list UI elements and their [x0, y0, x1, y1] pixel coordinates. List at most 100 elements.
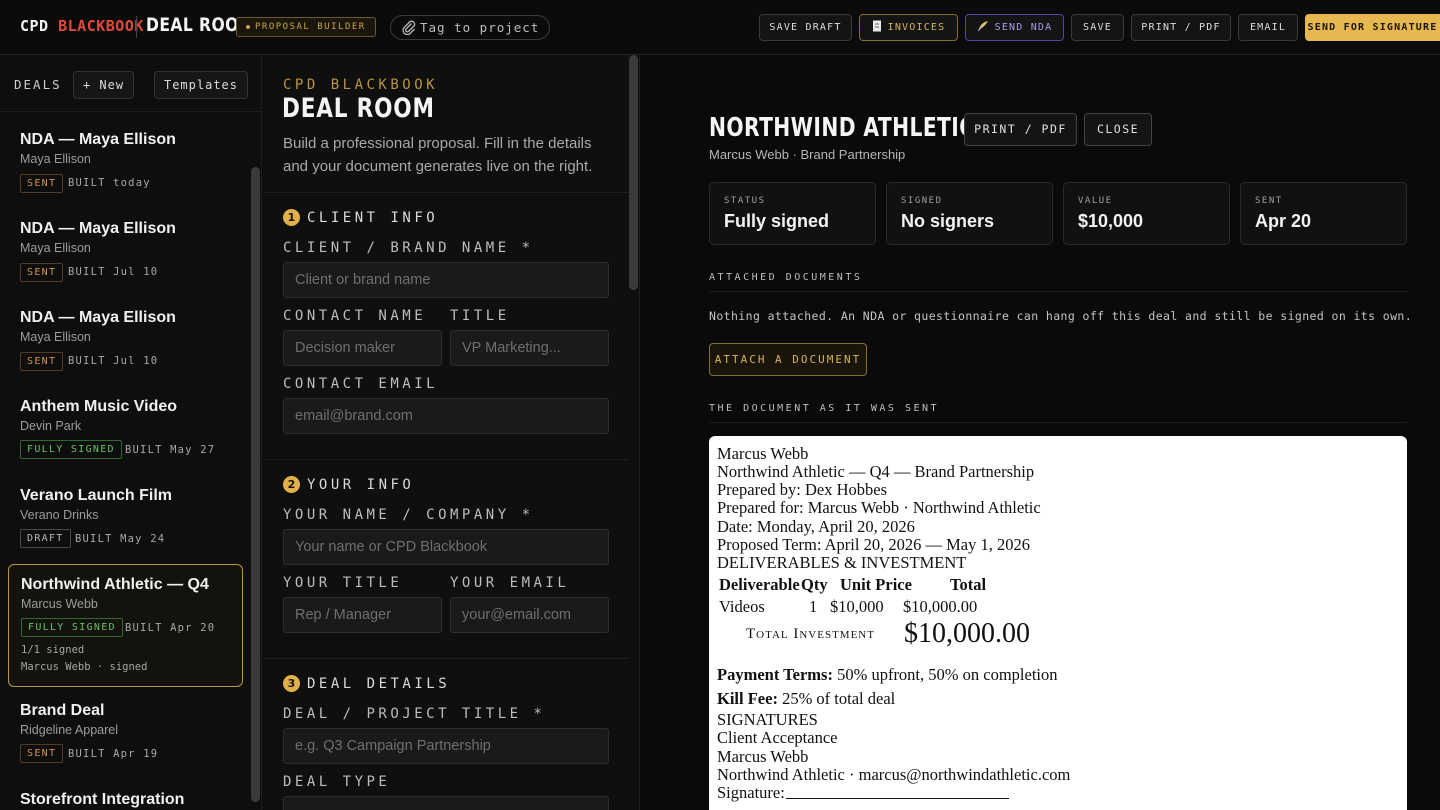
signed-card: SIGNED No signers — [886, 182, 1053, 245]
invoices-button[interactable]: INVOICES — [859, 14, 958, 41]
deal-title: NDA — Maya Ellison — [20, 131, 176, 148]
proposal-form: CPD BLACKBOOK DEAL ROOM Build a professi… — [263, 55, 640, 810]
brand-logo[interactable]: CPD BLACKBOOK — [20, 17, 144, 35]
doc-table-cell: $10,000 — [830, 597, 884, 616]
sidebar-header: DEALS + New Templates — [0, 55, 261, 112]
deal-built-date: BUILT May 24 — [75, 533, 166, 545]
deal-client: Ridgeline Apparel — [20, 723, 118, 737]
deal-list-item[interactable]: Anthem Music Video Devin Park FULLY SIGN… — [8, 389, 243, 471]
doc-signature-label: Signature: — [717, 783, 785, 802]
contact-name-label: CONTACT NAME — [283, 308, 427, 324]
doc-total-value: $10,000.00 — [904, 618, 1030, 649]
detail-close-button[interactable]: CLOSE — [1084, 113, 1152, 146]
top-bar: CPD BLACKBOOK DEAL ROOM PROPOSAL BUILDER… — [0, 0, 1440, 55]
contact-email-input[interactable] — [283, 398, 609, 434]
divider — [263, 192, 629, 193]
deal-list-item[interactable]: Verano Launch Film Verano Drinks DRAFT B… — [8, 478, 243, 560]
templates-button[interactable]: Templates — [154, 71, 248, 99]
deal-title-label: DEAL / PROJECT TITLE * — [283, 706, 546, 722]
doc-deliverables-heading: DELIVERABLES & INVESTMENT — [717, 553, 967, 572]
deal-client: Maya Ellison — [20, 330, 91, 344]
document-preview[interactable]: Marcus Webb Northwind Athletic — Q4 — Br… — [709, 436, 1407, 810]
doc-table-header: Deliverable — [719, 575, 800, 594]
doc-prepared-for: Prepared for: Marcus Webb · Northwind At… — [717, 498, 1041, 517]
deals-heading: DEALS — [14, 77, 62, 92]
save-draft-button[interactable]: SAVE DRAFT — [759, 14, 852, 41]
new-deal-button[interactable]: + New — [73, 71, 134, 99]
deal-list-item[interactable]: NDA — Maya Ellison Maya Ellison SENT BUI… — [8, 211, 243, 293]
doc-signer-name: Marcus Webb — [717, 747, 809, 766]
dot-icon — [246, 24, 250, 29]
doc-client-acceptance: Client Acceptance — [717, 728, 838, 747]
deal-list-item[interactable]: NDA — Maya Ellison Maya Ellison SENT BUI… — [8, 122, 243, 204]
client-brand-input[interactable] — [283, 262, 609, 298]
detail-print-pdf-button[interactable]: PRINT / PDF — [964, 113, 1077, 146]
deal-client: Verano Drinks — [20, 508, 99, 522]
contact-title-input[interactable] — [450, 330, 609, 366]
deal-built-date: BUILT today — [68, 177, 151, 189]
send-for-signature-button[interactable]: SEND FOR SIGNATURE — [1305, 14, 1440, 41]
email-button[interactable]: EMAIL — [1238, 14, 1298, 41]
section-your-info: 2 YOUR INFO — [283, 476, 414, 493]
form-scrollbar[interactable] — [629, 55, 638, 290]
attached-empty-note: Nothing attached. An NDA or questionnair… — [709, 309, 1413, 323]
deal-title: Brand Deal — [20, 702, 105, 719]
contact-name-input[interactable] — [283, 330, 442, 366]
doc-table-header: Qty — [801, 575, 828, 594]
doc-table-header: Unit Price — [840, 575, 912, 594]
doc-table-header: Total — [950, 575, 987, 594]
attach-document-button[interactable]: ATTACH A DOCUMENT — [709, 343, 867, 376]
doc-prepared-by: Prepared by: Dex Hobbes — [717, 480, 887, 499]
your-email-label: YOUR EMAIL — [450, 575, 570, 591]
deal-list-item[interactable]: NDA — Maya Ellison Maya Ellison SENT BUI… — [8, 300, 243, 382]
status-badge: SENT — [20, 174, 64, 193]
send-nda-button[interactable]: SEND NDA — [965, 14, 1064, 41]
your-title-input[interactable] — [283, 597, 442, 633]
divider — [263, 658, 629, 659]
deal-client: Maya Ellison — [20, 241, 91, 255]
sidebar-scrollbar[interactable] — [251, 167, 260, 802]
your-name-input[interactable] — [283, 529, 609, 565]
save-button[interactable]: SAVE — [1071, 14, 1124, 41]
status-card: STATUS Fully signed — [709, 182, 876, 245]
deal-list-item-active[interactable]: Northwind Athletic — Q4 Marcus Webb FULL… — [8, 564, 243, 687]
doc-table-cell: 1 — [809, 597, 818, 616]
your-email-input[interactable] — [450, 597, 609, 633]
status-badge: SENT — [20, 744, 64, 763]
doc-table-cell: $10,000.00 — [903, 597, 978, 616]
deal-built-date: BUILT Apr 19 — [68, 748, 159, 760]
deal-type-select[interactable] — [283, 796, 609, 810]
divider — [263, 459, 629, 460]
status-badge: SENT — [20, 263, 64, 282]
divider — [709, 291, 1407, 292]
tag-to-project-button[interactable]: Tag to project — [390, 15, 551, 40]
deal-built-date: BUILT Jul 10 — [68, 355, 159, 367]
deal-list-item[interactable]: Storefront Integration — [8, 782, 243, 810]
deal-detail-subtitle: Marcus Webb · Brand Partnership — [709, 147, 906, 162]
brand-divider — [136, 16, 137, 38]
doc-client-name: Marcus Webb — [717, 444, 809, 463]
paperclip-icon — [402, 20, 416, 36]
deal-title: Anthem Music Video — [20, 398, 178, 415]
deal-detail-panel: NORTHWIND ATHLETIC — Q4 Marcus Webb · Br… — [641, 55, 1440, 810]
status-badge: SENT — [20, 352, 64, 371]
sent-document-heading: THE DOCUMENT AS IT WAS SENT — [709, 403, 940, 414]
form-kicker: CPD BLACKBOOK — [283, 77, 439, 93]
sent-card: SENT Apr 20 — [1240, 182, 1407, 245]
divider — [709, 422, 1407, 423]
deal-built-date: BUILT Apr 20 — [125, 622, 216, 634]
form-intro: Build a professional proposal. Fill in t… — [283, 135, 593, 175]
deal-title: Northwind Athletic — Q4 — [21, 576, 209, 593]
deal-title-input[interactable] — [283, 728, 609, 764]
deal-list-item[interactable]: Brand Deal Ridgeline Apparel SENT BUILT … — [8, 693, 243, 775]
doc-term: Proposed Term: April 20, 2026 — May 1, 2… — [717, 535, 1030, 554]
print-pdf-button[interactable]: PRINT / PDF — [1131, 14, 1231, 41]
section-client-info: 1 CLIENT INFO — [283, 209, 438, 226]
deal-title: NDA — Maya Ellison — [20, 220, 176, 237]
value-card: VALUE $10,000 — [1063, 182, 1230, 245]
quill-icon — [977, 21, 988, 32]
deal-client: Devin Park — [20, 419, 82, 433]
deal-built-date: BUILT May 27 — [125, 444, 216, 456]
deal-title: Verano Launch Film — [20, 487, 173, 504]
client-brand-label: CLIENT / BRAND NAME * — [283, 240, 534, 256]
